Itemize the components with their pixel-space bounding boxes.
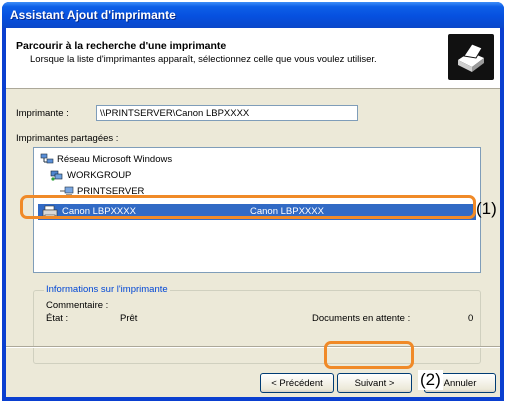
step-1-highlight [20, 195, 476, 219]
tree-item-label: Réseau Microsoft Windows [57, 153, 173, 165]
printer-info-title: Informations sur l'imprimante [44, 284, 170, 295]
network-icon [40, 153, 54, 165]
state-label: État : [46, 313, 69, 324]
wizard-header: Parcourir à la recherche d'une imprimant… [6, 28, 500, 89]
printer-path-input[interactable]: \\PRINTSERVER\Canon LBPXXXX [96, 105, 358, 121]
workgroup-icon [50, 169, 64, 181]
state-value: Prêt [120, 313, 138, 324]
footer-divider [6, 346, 500, 348]
step-1-label: (1) [476, 199, 497, 218]
comment-label: Commentaire : [46, 300, 109, 311]
back-button[interactable]: < Précédent [260, 373, 334, 393]
step-2-label: (2) [418, 370, 443, 390]
pending-docs-label: Documents en attente : [312, 313, 411, 324]
next-button[interactable]: Suivant > [337, 373, 412, 393]
printer-field-label: Imprimante : [16, 108, 69, 119]
tree-item-network[interactable]: Réseau Microsoft Windows [40, 152, 172, 166]
tree-item-workgroup[interactable]: WORKGROUP [50, 168, 131, 182]
header-title: Parcourir à la recherche d'une imprimant… [16, 40, 227, 52]
window-title: Assistant Ajout d'imprimante [10, 8, 176, 22]
shared-printers-label: Imprimantes partagées : [16, 133, 119, 144]
step-2-highlight [324, 341, 414, 369]
header-subtitle: Lorsque la liste d'imprimantes apparaît,… [30, 54, 377, 65]
printer-icon [448, 34, 494, 80]
pending-docs-value: 0 [468, 313, 474, 324]
title-bar[interactable]: Assistant Ajout d'imprimante [2, 2, 504, 28]
tree-item-label: WORKGROUP [67, 169, 132, 181]
